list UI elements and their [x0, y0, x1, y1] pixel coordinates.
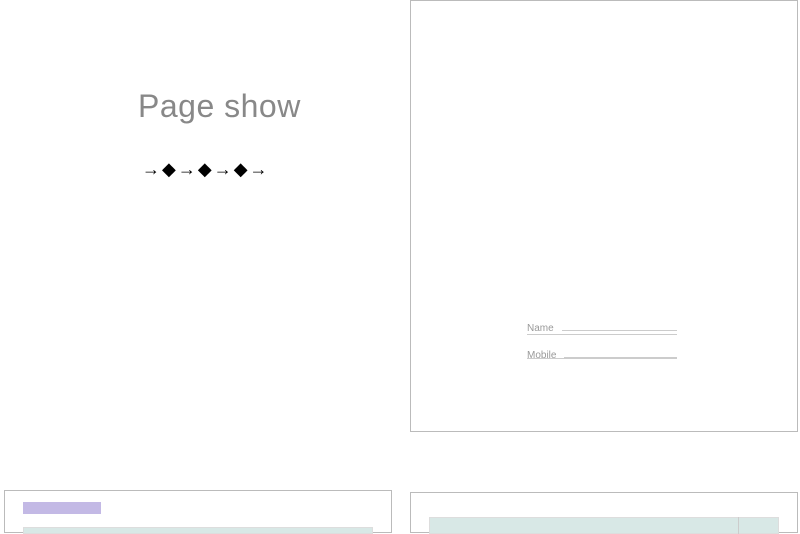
- table-column-divider: [738, 517, 739, 534]
- divider-line: [527, 358, 677, 359]
- diamond-icon: ◆: [162, 160, 176, 178]
- form-row-mobile: Mobile: [527, 348, 677, 363]
- ornament-divider: → ◆ → ◆ → ◆ →: [142, 160, 268, 178]
- heading-highlight: [23, 502, 101, 514]
- mobile-input-line: [564, 348, 677, 358]
- name-label: Name: [527, 323, 554, 334]
- arrow-icon: →: [214, 160, 232, 178]
- table-header-row: [429, 517, 779, 534]
- page-thumbnail-1[interactable]: Name Mobile: [410, 0, 798, 432]
- page-title: Page show: [138, 88, 301, 125]
- diamond-icon: ◆: [234, 160, 248, 178]
- arrow-icon: →: [250, 160, 268, 178]
- arrow-icon: →: [178, 160, 196, 178]
- form-area: Name Mobile: [527, 321, 677, 375]
- diamond-icon: ◆: [198, 160, 212, 178]
- title-area: Page show: [138, 88, 301, 125]
- page-thumbnail-2[interactable]: [4, 490, 392, 533]
- arrow-icon: →: [142, 160, 160, 178]
- name-input-line: [562, 321, 677, 331]
- divider-line: [527, 334, 677, 335]
- page-thumbnail-3[interactable]: [410, 492, 798, 533]
- mobile-label: Mobile: [527, 350, 556, 361]
